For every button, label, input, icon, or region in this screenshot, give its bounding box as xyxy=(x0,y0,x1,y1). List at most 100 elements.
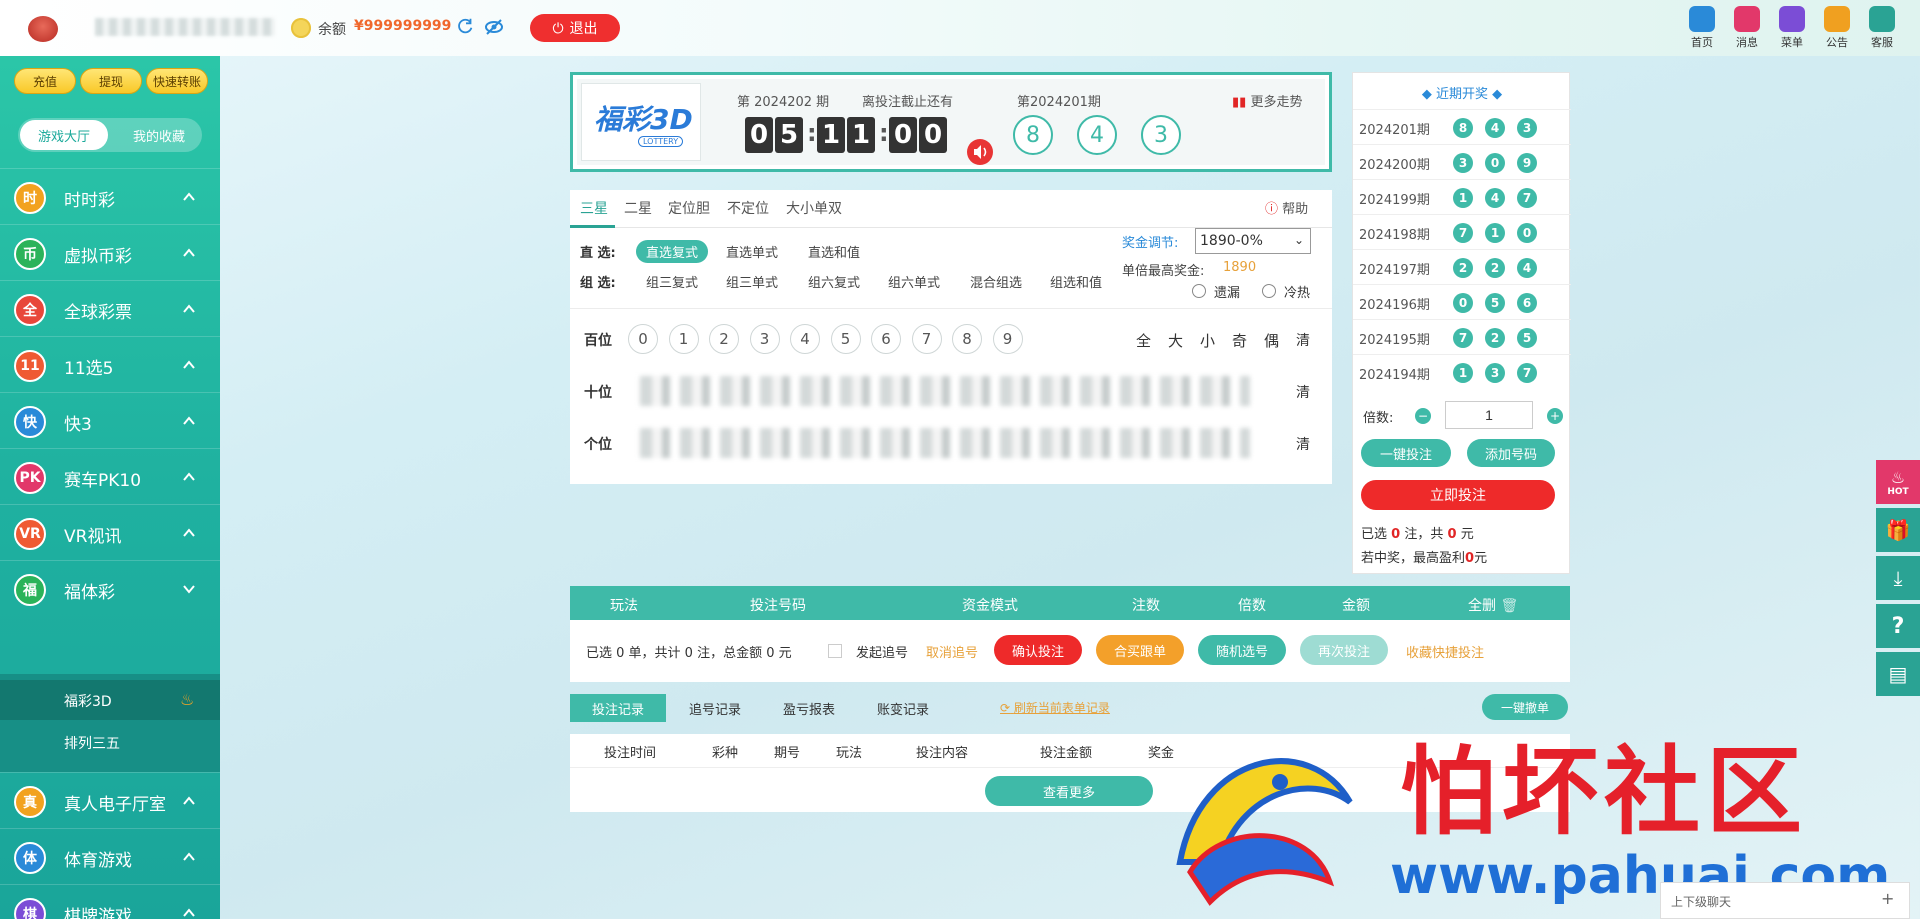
clear-hundreds[interactable]: 清 xyxy=(1296,330,1310,350)
tab-no-position[interactable]: 不定位 xyxy=(727,198,769,218)
multiplier-input[interactable] xyxy=(1445,401,1533,429)
group-buy-button[interactable]: 合买跟单 xyxy=(1096,635,1184,665)
bet-now-button[interactable]: 立即投注 xyxy=(1361,480,1555,510)
number-ball[interactable]: 6 xyxy=(871,324,901,354)
sidebar-category-5[interactable]: PK 赛车PK10 xyxy=(0,448,220,504)
view-more-button[interactable]: 查看更多 xyxy=(985,776,1153,806)
opt-direct-compound[interactable]: 直选复式 xyxy=(636,240,709,263)
draw-issue: 2024200期 xyxy=(1359,158,1430,173)
tab-three-star[interactable]: 三星 xyxy=(580,198,608,218)
opt-direct-single[interactable]: 直选单式 xyxy=(726,242,778,261)
radio-missing[interactable] xyxy=(1192,284,1206,298)
sidebar-category-2[interactable]: 全全球彩票 xyxy=(0,280,220,336)
tab-profit-report[interactable]: 盈亏报表 xyxy=(764,694,854,722)
hot-float-button[interactable]: ♨ HOT xyxy=(1876,460,1920,504)
number-ball[interactable]: 2 xyxy=(709,324,739,354)
number-ball[interactable]: 0 xyxy=(628,324,658,354)
number-ball[interactable]: 8 xyxy=(952,324,982,354)
plus-icon[interactable]: + xyxy=(1547,408,1563,424)
top-nav-mail[interactable]: 消息 xyxy=(1727,6,1767,50)
tab-my-favorites[interactable]: 我的收藏 xyxy=(118,120,200,150)
bonus-select[interactable]: 1890-0% ⌄ xyxy=(1195,228,1311,254)
delete-all-button[interactable]: 全删 🗑 xyxy=(1468,595,1518,615)
opt-group-sum[interactable]: 组选和值 xyxy=(1050,272,1102,291)
download-float-button[interactable]: ⤓ xyxy=(1876,556,1920,600)
subitem-fucai3d[interactable]: 福彩3D ♨ xyxy=(0,680,220,720)
cancel-chase-link[interactable]: 取消追号 xyxy=(926,642,978,661)
eye-hidden-icon[interactable] xyxy=(484,17,504,37)
help-link[interactable]: ⓘ 帮助 xyxy=(1265,198,1308,217)
opt-group6-single[interactable]: 组六单式 xyxy=(888,272,940,291)
top-nav-menu[interactable]: 菜单 xyxy=(1772,6,1812,50)
opt-group3-single[interactable]: 组三单式 xyxy=(726,272,778,291)
sidebar-category-4[interactable]: 快快3 xyxy=(0,392,220,448)
quick-all[interactable]: 全 xyxy=(1136,330,1151,351)
tab-chase-records[interactable]: 追号记录 xyxy=(670,694,760,722)
help-float-button[interactable]: ? xyxy=(1876,604,1920,648)
quick-small[interactable]: 小 xyxy=(1200,330,1215,351)
sidebar-category-7[interactable]: 福福体彩 xyxy=(0,560,220,616)
refresh-icon[interactable] xyxy=(457,17,475,35)
sidebar-category-6[interactable]: VR VR视讯 xyxy=(0,504,220,560)
top-nav-notice[interactable]: 公告 xyxy=(1817,6,1857,50)
gift-icon: 🎁 xyxy=(1885,518,1911,542)
opt-mixed-group[interactable]: 混合组选 xyxy=(970,272,1022,291)
service-float-button[interactable]: ▤ xyxy=(1876,652,1920,696)
sidebar-category-3[interactable]: 11 11选5 xyxy=(0,336,220,392)
clear-ones[interactable]: 清 xyxy=(1296,434,1310,454)
logout-button[interactable]: ⏻ 退出 xyxy=(530,14,620,42)
countdown-colon: : xyxy=(807,119,817,147)
more-trend-link[interactable]: ▮▮ 更多走势 xyxy=(1232,91,1302,110)
confirm-bet-button[interactable]: 确认投注 xyxy=(994,635,1082,665)
number-ball[interactable]: 9 xyxy=(992,324,1023,354)
favorite-quick-bet-link[interactable]: 收藏快捷投注 xyxy=(1406,642,1484,661)
top-nav-home[interactable]: 首页 xyxy=(1682,6,1722,50)
tab-account-changes[interactable]: 账变记录 xyxy=(858,694,948,722)
top-nav-support[interactable]: 客服 xyxy=(1862,6,1902,50)
opt-direct-sum[interactable]: 直选和值 xyxy=(808,242,860,261)
tab-position[interactable]: 定位胆 xyxy=(668,198,710,218)
direct-select-label: 直 选: xyxy=(580,246,616,261)
withdraw-button[interactable]: 提现 xyxy=(80,68,142,94)
quick-transfer-button[interactable]: 快速转账 xyxy=(146,68,208,94)
pos-label-ones: 个位 xyxy=(584,437,612,453)
draw-ball: 7 xyxy=(1453,328,1473,348)
recharge-button[interactable]: 充值 xyxy=(14,68,76,94)
sidebar-category-0[interactable]: 时时时彩 xyxy=(0,168,220,224)
minus-icon[interactable]: − xyxy=(1415,408,1431,424)
sidebar-category-9[interactable]: 体体育游戏 xyxy=(0,828,220,884)
tab-big-small[interactable]: 大小单双 xyxy=(786,198,842,218)
category-icon: 福 xyxy=(14,574,46,606)
tab-game-hall[interactable]: 游戏大厅 xyxy=(20,120,108,150)
add-number-button[interactable]: 添加号码 xyxy=(1467,439,1555,467)
tab-two-star[interactable]: 二星 xyxy=(624,198,652,218)
number-ball[interactable]: 1 xyxy=(668,324,699,354)
clear-tens[interactable]: 清 xyxy=(1296,382,1310,402)
selection-summary: 已选 0 注，共 0 元 xyxy=(1361,523,1474,542)
opt-group3-compound[interactable]: 组三复式 xyxy=(646,272,698,291)
sound-icon[interactable] xyxy=(967,139,993,165)
bet-again-button[interactable]: 再次投注 xyxy=(1300,635,1388,665)
number-ball[interactable]: 4 xyxy=(790,324,820,354)
help-icon: ⓘ xyxy=(1265,202,1279,217)
sidebar-category-1[interactable]: 币虚拟币彩 xyxy=(0,224,220,280)
number-ball[interactable]: 3 xyxy=(749,324,780,354)
subitem-pailie35[interactable]: 排列三五 xyxy=(0,722,220,762)
radio-hot[interactable] xyxy=(1262,284,1276,298)
tab-bet-records[interactable]: 投注记录 xyxy=(570,694,666,722)
gift-float-button[interactable]: 🎁 xyxy=(1876,508,1920,552)
number-ball[interactable]: 7 xyxy=(911,324,942,354)
chase-checkbox[interactable] xyxy=(828,644,842,658)
quick-even[interactable]: 偶 xyxy=(1264,330,1279,351)
number-ball[interactable]: 5 xyxy=(830,324,861,354)
quick-big[interactable]: 大 xyxy=(1168,330,1183,351)
avatar[interactable] xyxy=(28,16,58,42)
quick-odd[interactable]: 奇 xyxy=(1232,330,1247,351)
refresh-records-link[interactable]: ⟳ 刷新当前表单记录 xyxy=(1000,699,1110,716)
chat-widget[interactable]: 上下级聊天 + xyxy=(1660,882,1910,919)
sidebar-category-8[interactable]: 真真人电子厅室 xyxy=(0,772,220,828)
random-pick-button[interactable]: 随机选号 xyxy=(1198,635,1286,665)
sidebar-category-10[interactable]: 棋 棋牌游戏 xyxy=(0,884,220,919)
one-click-bet-button[interactable]: 一键投注 xyxy=(1361,439,1451,467)
opt-group6-compound[interactable]: 组六复式 xyxy=(808,272,860,291)
